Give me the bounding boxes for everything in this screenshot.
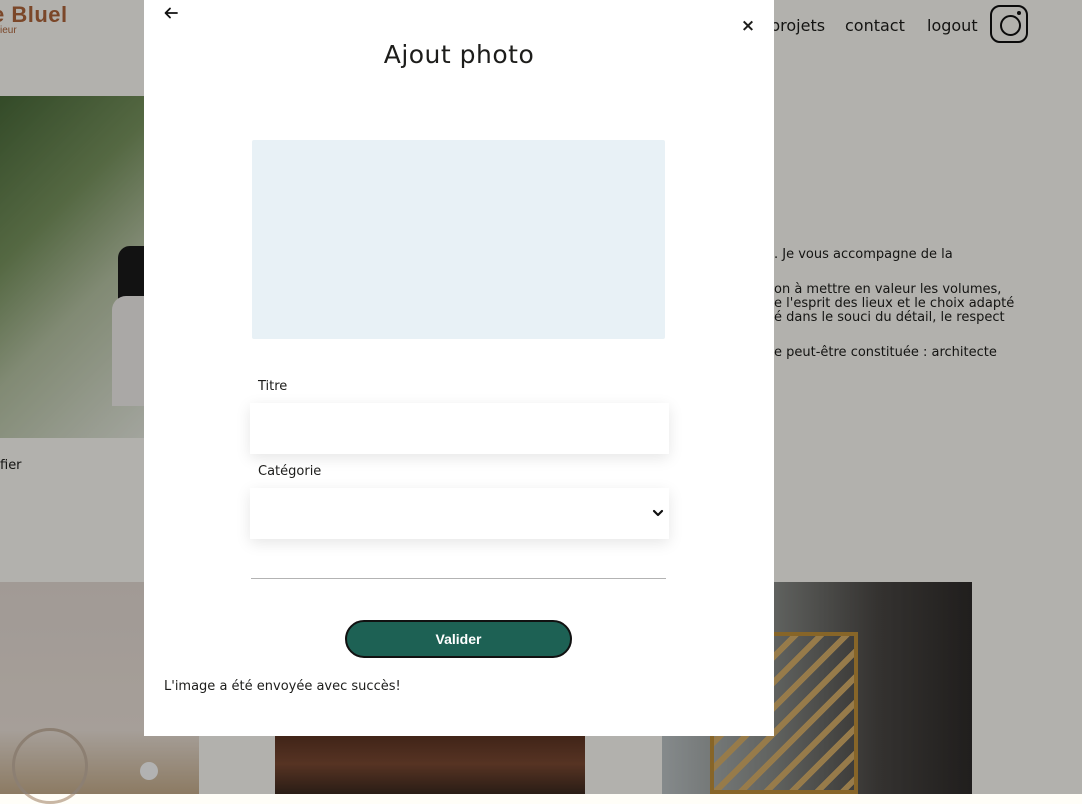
success-message: L'image a été envoyée avec succès! xyxy=(164,679,401,694)
image-upload-zone[interactable] xyxy=(252,140,665,339)
titre-label: Titre xyxy=(258,379,288,394)
arrow-left-icon[interactable] xyxy=(162,4,180,22)
categorie-label: Catégorie xyxy=(258,464,322,479)
titre-input[interactable] xyxy=(250,403,669,454)
submit-button[interactable]: Valider xyxy=(345,620,572,658)
chevron-down-icon xyxy=(652,509,664,517)
close-icon[interactable]: × xyxy=(740,16,756,36)
modal-title: Ajout photo xyxy=(383,40,535,69)
categorie-select[interactable] xyxy=(250,488,669,539)
form-divider xyxy=(251,578,666,579)
add-photo-modal: × Ajout photo Titre Catégorie Valider L'… xyxy=(144,0,774,736)
